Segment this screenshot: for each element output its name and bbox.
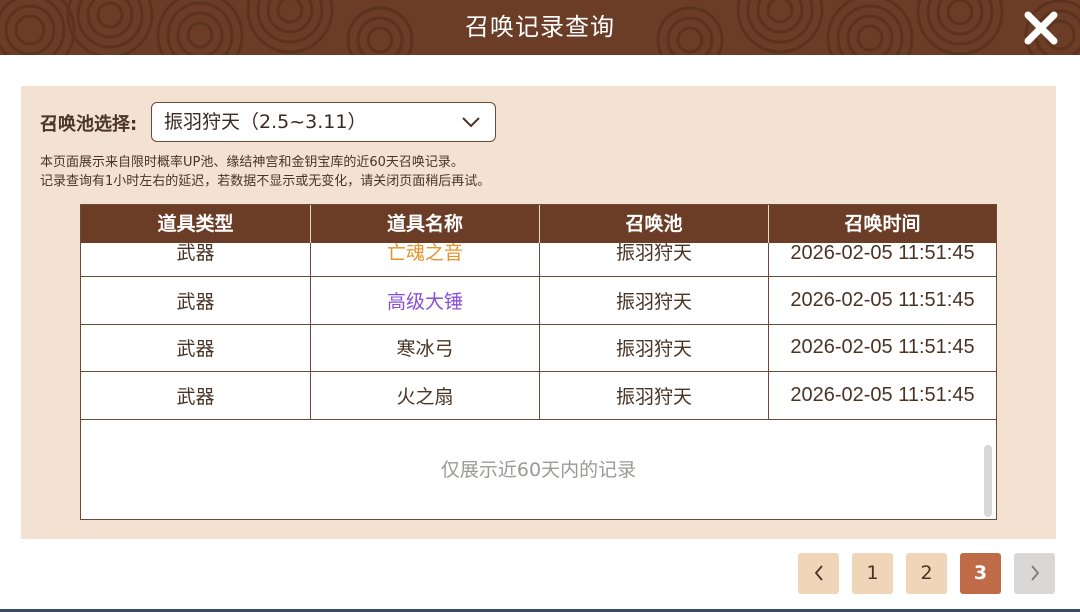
cell-pool: 振羽狩天 [540,324,769,371]
table-body: 武器 亡魂之音 振羽狩天 2026-02-05 11:51:45 武器 高级大锤… [81,243,996,420]
chevron-right-icon [1030,565,1039,581]
table-row: 武器 亡魂之音 振羽狩天 2026-02-05 11:51:45 [81,243,996,277]
column-header-time: 召唤时间 [844,213,921,235]
notice-line-2: 记录查询有1小时左右的延迟，若数据不显示或无变化，请关闭页面稍后再试。 [40,174,491,189]
page-button-2[interactable]: 2 [906,553,947,594]
cell-pool: 振羽狩天 [540,277,769,324]
table-header: 道具类型 道具名称 召唤池 召唤时间 [81,205,996,243]
records-limit-message: 仅展示近60天内的记录 [440,459,637,481]
pool-select-dropdown[interactable]: 振羽狩天（2.5~3.11） [151,102,496,142]
close-icon [1024,11,1058,45]
column-header-pool: 召唤池 [540,205,769,243]
cell-pool: 振羽狩天 [540,243,769,276]
table-row: 武器 高级大锤 振羽狩天 2026-02-05 11:51:45 [81,277,996,325]
cell-time: 2026-02-05 11:51:45 [790,336,975,359]
cell-type: 武器 [81,243,311,276]
next-page-button[interactable] [1014,553,1055,594]
cell-type: 武器 [81,372,311,419]
cell-item-name: 寒冰弓 [311,324,540,371]
table-scrollbar[interactable] [984,445,992,517]
column-header-type: 道具类型 [81,205,311,243]
cell-item-name: 高级大锤 [311,277,540,324]
close-button[interactable] [1022,10,1060,46]
notice-line-1: 本页面展示来自限时概率UP池、缘结神宫和金钥宝库的近60天召唤记录。 [40,155,464,170]
chevron-down-icon [462,117,480,128]
page-button-1[interactable]: 1 [852,553,893,594]
cell-time: 2026-02-05 11:51:45 [790,288,975,311]
pool-select-label: 召唤池选择: [40,114,138,135]
top-bar: 召唤记录查询 [0,0,1080,55]
cell-pool: 振羽狩天 [540,372,769,419]
cell-item-name: 亡魂之音 [311,243,540,276]
page-title: 召唤记录查询 [465,13,615,41]
prev-page-button[interactable] [798,553,839,594]
query-panel: 召唤池选择: 振羽狩天（2.5~3.11） 本页面展示来自限时概率UP池、缘结神… [21,86,1056,539]
table-row: 武器 火之扇 振羽狩天 2026-02-05 11:51:45 [81,372,996,420]
records-table[interactable]: 道具类型 道具名称 召唤池 召唤时间 武器 亡魂之音 振羽狩天 2026-02-… [80,204,997,520]
page-button-3[interactable]: 3 [960,553,1001,594]
pool-select-value: 振羽狩天（2.5~3.11） [164,111,367,133]
cell-item-name: 火之扇 [311,372,540,419]
table-row: 武器 寒冰弓 振羽狩天 2026-02-05 11:51:45 [81,324,996,372]
cell-type: 武器 [81,277,311,324]
cell-time: 2026-02-05 11:51:45 [790,242,975,264]
chevron-left-icon [814,565,823,581]
cell-time: 2026-02-05 11:51:45 [790,383,975,406]
column-header-name: 道具名称 [311,205,540,243]
notice-text: 本页面展示来自限时概率UP池、缘结神宫和金钥宝库的近60天召唤记录。 记录查询有… [40,153,490,191]
cell-type: 武器 [81,324,311,371]
pagination: 1 2 3 [798,553,1068,594]
